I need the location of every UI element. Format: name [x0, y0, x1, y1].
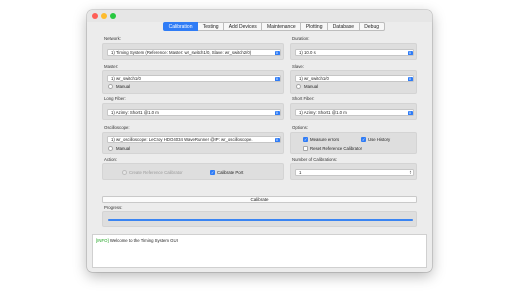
- tab-maintenance[interactable]: Maintenance: [262, 22, 302, 31]
- long-fiber-label: Long Fiber:: [104, 96, 126, 101]
- duration-select[interactable]: 1) 10.0 s ⇕: [295, 49, 414, 56]
- calibrate-port-label: Calibrate Port: [217, 170, 244, 175]
- slave-manual-label: Manual: [304, 84, 319, 89]
- master-value: 1) wr_switch1/0: [111, 76, 141, 81]
- network-value: 1) Timing System (Reference: Master: wr_…: [111, 50, 252, 55]
- chevron-down-icon: ⇕: [407, 76, 413, 81]
- short-fiber-value: 1) Azimy: Short1 @1.0 m: [299, 110, 347, 115]
- action-label: Action:: [104, 157, 118, 162]
- tab-debug[interactable]: Debug: [359, 22, 385, 31]
- network-select[interactable]: 1) Timing System (Reference: Master: wr_…: [107, 49, 281, 56]
- chevron-down-icon: ⇕: [407, 110, 413, 115]
- create-reference-radio[interactable]: [122, 170, 127, 175]
- progress-fill: [108, 219, 413, 221]
- duration-label: Duration:: [292, 36, 310, 41]
- app-window: Calibration Testing Add Devices Maintena…: [87, 10, 432, 272]
- tab-add-devices[interactable]: Add Devices: [224, 22, 263, 31]
- tab-bar: Calibration Testing Add Devices Maintena…: [163, 22, 385, 31]
- tab-database[interactable]: Database: [328, 22, 360, 31]
- chevron-down-icon: ⇕: [274, 110, 280, 115]
- network-label: Network:: [104, 36, 121, 41]
- stepper-arrows-icon[interactable]: ▲ ▼: [409, 170, 413, 176]
- chevron-down-icon: ⇕: [274, 50, 280, 55]
- calibrate-port-checkbox[interactable]: ✓: [210, 170, 215, 175]
- duration-value: 1) 10.0 s: [299, 50, 316, 55]
- reset-reference-checkbox[interactable]: [303, 146, 308, 151]
- log-console[interactable]: [INFO] Welcome to the Timing System GUI: [92, 234, 427, 268]
- long-fiber-select[interactable]: 1) Azimy: Short1 @1.0 m ⇕: [107, 109, 281, 116]
- slave-group: 1) wr_switch1/0 ⇕ Manual: [290, 70, 417, 94]
- title-bar: [87, 10, 432, 22]
- num-calibrations-label: Number of Calibrations:: [292, 157, 338, 162]
- oscilloscope-group: 1) wr_oscilloscope: LeCroy HDO4034 WaveR…: [102, 132, 284, 154]
- chevron-down-icon: ⇕: [274, 137, 280, 142]
- chevron-down-icon: ⇕: [274, 76, 280, 81]
- long-fiber-value: 1) Azimy: Short1 @1.0 m: [111, 110, 159, 115]
- duration-group: 1) 10.0 s ⇕: [290, 43, 417, 60]
- oscilloscope-select[interactable]: 1) wr_oscilloscope: LeCroy HDO4034 WaveR…: [107, 136, 281, 143]
- oscilloscope-manual-radio[interactable]: [108, 146, 113, 151]
- reset-reference-label: Reset Reference Calibrator: [310, 146, 363, 151]
- create-reference-label: Create Reference Calibrator: [129, 170, 183, 175]
- short-fiber-label: Short Fiber:: [292, 96, 315, 101]
- measure-errors-label: Measure errors: [310, 137, 340, 142]
- master-manual-radio[interactable]: [108, 84, 113, 89]
- master-group: 1) wr_switch1/0 ⇕ Manual: [102, 70, 284, 94]
- log-info-tag: [INFO]: [96, 238, 109, 243]
- chevron-down-icon: ⇕: [407, 50, 413, 55]
- tab-testing[interactable]: Testing: [198, 22, 225, 31]
- options-label: Options:: [292, 125, 309, 130]
- num-calibrations-value: 1: [299, 170, 302, 175]
- action-group: Create Reference Calibrator ✓ Calibrate …: [102, 163, 284, 180]
- use-history-checkbox[interactable]: ✓: [361, 137, 366, 142]
- num-calibrations-input[interactable]: 1 ▲ ▼: [295, 169, 414, 176]
- master-select[interactable]: 1) wr_switch1/0 ⇕: [107, 75, 281, 82]
- tab-plotting[interactable]: Plotting: [301, 22, 329, 31]
- slave-select[interactable]: 1) wr_switch1/0 ⇕: [295, 75, 414, 82]
- master-label: Master:: [104, 64, 119, 69]
- short-fiber-select[interactable]: 1) Azimy: Short1 @1.0 m ⇕: [295, 109, 414, 116]
- progress-bar: [108, 219, 413, 221]
- master-manual-label: Manual: [116, 84, 131, 89]
- oscilloscope-manual-label: Manual: [116, 146, 131, 151]
- num-calibrations-group: 1 ▲ ▼: [290, 163, 417, 180]
- short-fiber-group: 1) Azimy: Short1 @1.0 m ⇕: [290, 103, 417, 120]
- use-history-label: Use History: [368, 137, 391, 142]
- progress-group: [102, 211, 417, 227]
- slave-manual-radio[interactable]: [296, 84, 301, 89]
- tab-calibration[interactable]: Calibration: [163, 22, 199, 31]
- oscilloscope-value: 1) wr_oscilloscope: LeCroy HDO4034 WaveR…: [111, 137, 253, 142]
- progress-label: Progress:: [104, 205, 123, 210]
- minimize-window-button[interactable]: [101, 13, 107, 19]
- network-group: 1) Timing System (Reference: Master: wr_…: [102, 43, 284, 60]
- log-message: Welcome to the Timing System GUI: [108, 238, 178, 243]
- oscilloscope-label: Oscilloscope:: [104, 125, 130, 130]
- slave-label: Slave:: [292, 64, 304, 69]
- options-group: ✓ Measure errors ✓ Use History Reset Ref…: [290, 132, 417, 154]
- measure-errors-checkbox[interactable]: ✓: [303, 137, 308, 142]
- calibrate-button[interactable]: Calibrate: [102, 196, 417, 203]
- long-fiber-group: 1) Azimy: Short1 @1.0 m ⇕: [102, 103, 284, 120]
- close-window-button[interactable]: [92, 13, 98, 19]
- slave-value: 1) wr_switch1/0: [299, 76, 329, 81]
- zoom-window-button[interactable]: [110, 13, 116, 19]
